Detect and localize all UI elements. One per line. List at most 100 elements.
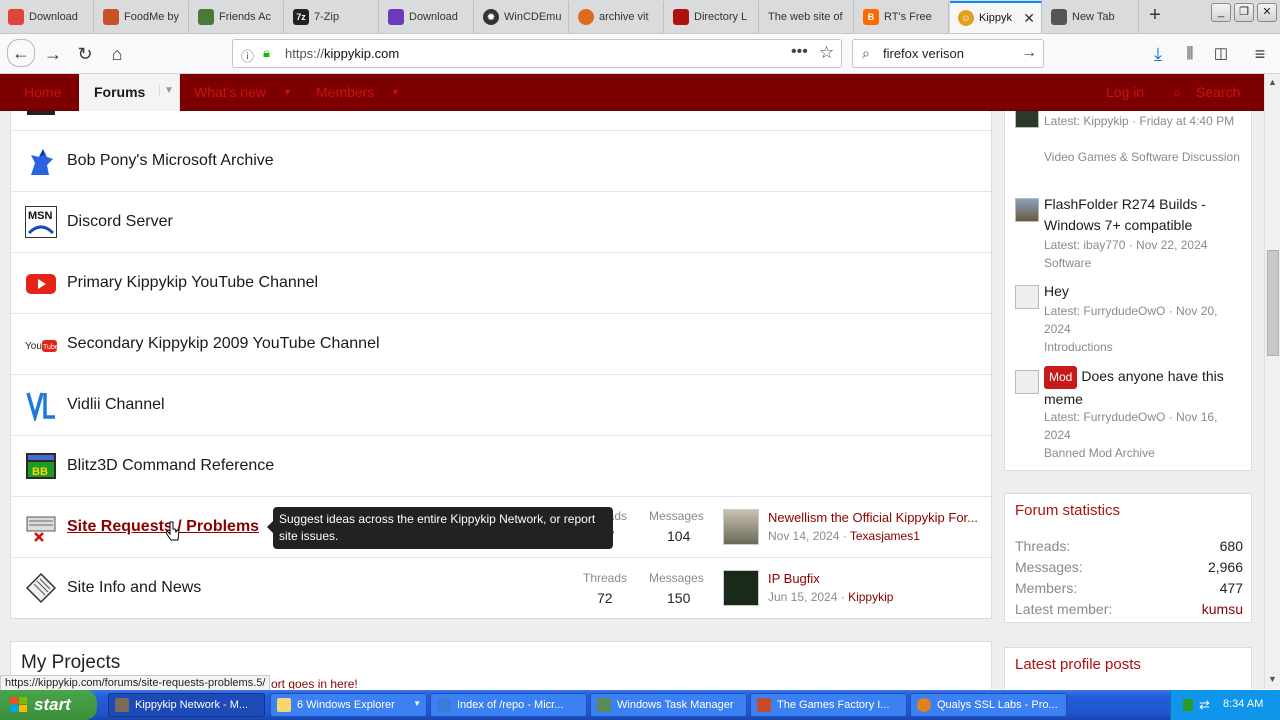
site-icon	[673, 9, 689, 25]
tab-rts-free[interactable]: B RT's Free	[855, 1, 949, 33]
stat-row: Messages: 2,966	[1015, 559, 1243, 575]
scrollbar-thumb[interactable]	[1267, 250, 1279, 356]
chevron-down-icon[interactable]: ▼	[159, 85, 174, 96]
home-button[interactable]: ⌂	[105, 42, 129, 66]
taskbar-button-ie[interactable]: Index of /repo - Micr...	[430, 693, 587, 717]
tab-directory[interactable]: Directory L	[665, 1, 759, 33]
firefox-icon	[115, 698, 129, 712]
tab-kippykip[interactable]: ☺ Kippyk ✕	[950, 1, 1042, 33]
bookmark-star-icon[interactable]: ☆	[819, 43, 834, 63]
thread-title[interactable]: Mod Does anyone have this meme	[1044, 366, 1244, 410]
forum-node[interactable]: Bob Pony's Microsoft Archive	[11, 131, 991, 192]
node-title[interactable]: Site Requests / Problems	[67, 518, 259, 536]
tray-app-icon[interactable]	[1183, 699, 1193, 711]
scroll-up-icon[interactable]: ▲	[1268, 77, 1277, 87]
page-content: Bob Pony's Microsoft Archive MSN Discord…	[0, 111, 1264, 689]
nav-home[interactable]: Home	[24, 84, 61, 100]
stat-row: Members: 477	[1015, 580, 1243, 596]
tab-new-tab[interactable]: New Tab	[1043, 1, 1139, 33]
minimize-button[interactable]: _	[1211, 3, 1231, 22]
thread-forum[interactable]: Introductions	[1044, 338, 1244, 356]
forum-node[interactable]: You Tube Secondary Kippykip 2009 YouTube …	[11, 314, 991, 375]
thread-forum[interactable]: Banned Mod Archive	[1044, 444, 1244, 462]
forum-node[interactable]: MSN Discord Server	[11, 192, 991, 253]
nav-forums[interactable]: Forums ▼	[79, 74, 180, 111]
thread-forum[interactable]: Video Games & Software Discussion	[1044, 148, 1244, 166]
start-button[interactable]: start	[0, 690, 97, 720]
node-title[interactable]: Vidlii Channel	[67, 396, 165, 414]
mod-badge: Mod	[1044, 366, 1078, 389]
thread-title[interactable]: Hey	[1044, 281, 1244, 302]
search-icon[interactable]: ⌕	[1173, 84, 1181, 101]
node-title[interactable]: Blitz3D Command Reference	[67, 457, 274, 475]
new-tab-button[interactable]: +	[1143, 4, 1167, 28]
close-tab-icon[interactable]: ✕	[1023, 10, 1035, 27]
thread-forum[interactable]: Software	[1044, 254, 1244, 272]
tab-foodme[interactable]: FoodMe by	[95, 1, 189, 33]
chevron-down-icon[interactable]: ▼	[283, 87, 292, 97]
taskbar-clock[interactable]: 8:34 AM	[1223, 698, 1263, 710]
search-go-icon[interactable]: →	[1021, 44, 1037, 62]
youtube-icon	[25, 267, 57, 299]
lock-icon[interactable]: 🔒︎	[263, 45, 270, 61]
tab-7zip[interactable]: 7z 7-Zip	[285, 1, 379, 33]
latest-thread-title[interactable]: IP Bugfix	[768, 571, 986, 586]
nav-search[interactable]: Search	[1196, 84, 1240, 100]
tab-download-1[interactable]: Download	[0, 1, 94, 33]
site-requests-icon	[25, 511, 57, 543]
forum-node[interactable]: Vidlii Channel	[11, 375, 991, 436]
search-bar[interactable]: ⌕ firefox verison →	[852, 39, 1044, 68]
sidebar-icon[interactable]: ◫	[1209, 42, 1233, 66]
back-button[interactable]: ←	[7, 39, 35, 67]
nav-members[interactable]: Members	[316, 84, 374, 100]
youtube-classic-icon: You Tube	[25, 328, 59, 360]
search-input[interactable]: firefox verison	[883, 46, 964, 61]
svg-text:Tube: Tube	[43, 344, 57, 351]
close-window-button[interactable]: ✕	[1257, 3, 1277, 22]
page-scrollbar[interactable]: ▲ ▼	[1264, 74, 1280, 689]
taskbar-button-taskmgr[interactable]: Windows Task Manager	[590, 693, 747, 717]
tab-archive[interactable]: archive vit	[570, 1, 664, 33]
forum-node[interactable]: BB Blitz3D Command Reference	[11, 436, 991, 497]
thread-title[interactable]: FlashFolder R274 Builds - Windows 7+ com…	[1044, 194, 1244, 236]
page-actions-icon[interactable]: •••	[791, 43, 808, 61]
url-bar[interactable]: ⓘ 🔒︎ https://kippykip.com ••• ☆	[232, 39, 842, 68]
latest-member-link[interactable]: kumsu	[1202, 601, 1243, 617]
widget-title[interactable]: Latest profile posts	[1015, 656, 1141, 673]
latest-thread-title[interactable]: Newellism the Official Kippykip For...	[768, 510, 986, 525]
forum-node[interactable]: Primary Kippykip YouTube Channel	[11, 253, 991, 314]
latest-user-link[interactable]: Kippykip	[848, 590, 893, 604]
chevron-down-icon[interactable]: ▼	[391, 87, 400, 97]
node-title[interactable]: Secondary Kippykip 2009 YouTube Channel	[67, 335, 380, 353]
taskbar-button-games-factory[interactable]: The Games Factory I...	[750, 693, 907, 717]
forum-node[interactable]: Site Info and News Threads 72 Messages 1…	[11, 558, 991, 619]
7zip-icon: 7z	[293, 9, 309, 25]
node-title[interactable]: Discord Server	[67, 213, 173, 231]
reload-button[interactable]: ↻	[73, 42, 97, 66]
downloads-icon[interactable]: ⤓	[1146, 42, 1170, 66]
latest-user-link[interactable]: Texasjames1	[850, 529, 920, 543]
node-title[interactable]: Site Info and News	[67, 579, 201, 597]
thread-thumbnail[interactable]	[723, 570, 759, 606]
node-title[interactable]: Primary Kippykip YouTube Channel	[67, 274, 318, 292]
forward-button[interactable]: →	[41, 42, 65, 66]
thread-thumbnail[interactable]	[723, 509, 759, 545]
maximize-button[interactable]: ❐	[1234, 3, 1254, 22]
network-icon[interactable]: ⇄	[1199, 697, 1210, 713]
taskbar-button-firefox[interactable]: Kippykip Network - M...	[108, 693, 265, 717]
scroll-down-icon[interactable]: ▼	[1268, 674, 1277, 684]
tab-download-2[interactable]: Download	[380, 1, 474, 33]
library-icon[interactable]: ⫼	[1178, 42, 1202, 66]
games-factory-icon	[757, 698, 771, 712]
info-icon[interactable]: ⓘ	[241, 46, 254, 65]
tab-friends[interactable]: Friends Ac	[190, 1, 284, 33]
tab-website[interactable]: The web site of	[760, 1, 854, 33]
nav-login[interactable]: Log in	[1106, 84, 1144, 100]
tab-wincdemu[interactable]: ✹ WinCDEmu	[475, 1, 569, 33]
taskbar-button-explorer[interactable]: 6 Windows Explorer ▼	[270, 693, 427, 717]
taskbar-button-qualys[interactable]: Qualys SSL Labs - Pro...	[910, 693, 1067, 717]
section-title[interactable]: My Projects	[21, 652, 120, 674]
nav-whats-new[interactable]: What's new	[194, 84, 266, 100]
menu-icon[interactable]: ≡	[1248, 42, 1272, 66]
node-title[interactable]: Bob Pony's Microsoft Archive	[67, 152, 274, 170]
